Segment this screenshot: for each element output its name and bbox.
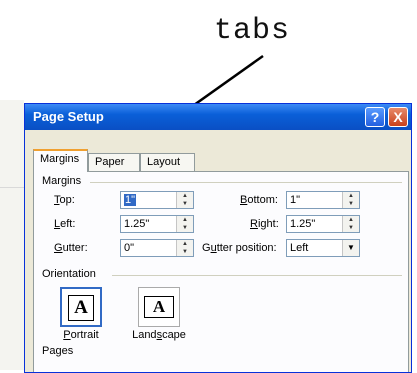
portrait-icon: A bbox=[68, 295, 94, 321]
margins-group-label: Margins bbox=[42, 175, 82, 187]
bottom-value: 1" bbox=[290, 194, 301, 206]
left-label: Left: bbox=[54, 218, 76, 230]
help-button[interactable]: ? bbox=[365, 107, 385, 127]
title-bar[interactable]: Page Setup ? X bbox=[25, 104, 411, 130]
gutter-spinner[interactable]: 0" ▲ ▼ bbox=[120, 239, 194, 257]
gutter-position-select[interactable]: Left ▼ bbox=[286, 239, 360, 257]
bottom-spinner-arrows[interactable]: ▲ ▼ bbox=[342, 192, 359, 208]
landscape-label: Landscape bbox=[132, 329, 186, 341]
right-spinner-arrows[interactable]: ▲ ▼ bbox=[342, 216, 359, 232]
landscape-option[interactable]: A bbox=[138, 287, 180, 327]
dialog-title: Page Setup bbox=[33, 109, 104, 124]
top-label: Top: bbox=[54, 194, 75, 206]
left-spinner[interactable]: 1.25" ▲ ▼ bbox=[120, 215, 194, 233]
pages-group-label: Pages bbox=[42, 345, 74, 357]
orientation-group-label: Orientation bbox=[42, 268, 96, 280]
tab-paper[interactable]: Paper bbox=[88, 153, 140, 171]
gutter-position-value: Left bbox=[290, 242, 309, 254]
page-setup-dialog: Page Setup ? X Margins Paper Layout Marg… bbox=[24, 103, 412, 373]
bottom-label: Bottom: bbox=[240, 194, 278, 206]
close-button[interactable]: X bbox=[388, 107, 408, 127]
bottom-spinner[interactable]: 1" ▲ ▼ bbox=[286, 191, 360, 209]
gutter-position-label: Gutter position: bbox=[202, 242, 277, 254]
chevron-down-icon[interactable]: ▼ bbox=[342, 240, 359, 256]
top-spinner-arrows[interactable]: ▲ ▼ bbox=[176, 192, 193, 208]
right-label: Right: bbox=[250, 218, 279, 230]
tab-layout[interactable]: Layout bbox=[140, 153, 195, 171]
gutter-spinner-arrows[interactable]: ▲ ▼ bbox=[176, 240, 193, 256]
margins-tab-panel: Margins Top: 1" ▲ ▼ Bottom: 1" ▲ ▼ Left: 1… bbox=[33, 171, 409, 372]
margins-group-divider bbox=[90, 182, 402, 183]
right-spinner[interactable]: 1.25" ▲ ▼ bbox=[286, 215, 360, 233]
top-value: 1" bbox=[124, 194, 137, 206]
portrait-label: Portrait bbox=[63, 329, 99, 341]
landscape-icon: A bbox=[144, 296, 174, 318]
gutter-label: Gutter: bbox=[54, 242, 88, 254]
left-spinner-arrows[interactable]: ▲ ▼ bbox=[176, 216, 193, 232]
orientation-group-divider bbox=[112, 275, 402, 276]
right-value: 1.25" bbox=[290, 218, 316, 230]
gutter-value: 0" bbox=[124, 242, 135, 254]
tab-margins[interactable]: Margins bbox=[33, 149, 88, 172]
top-spinner[interactable]: 1" ▲ ▼ bbox=[120, 191, 194, 209]
portrait-option[interactable]: A bbox=[60, 287, 102, 327]
left-value: 1.25" bbox=[124, 218, 150, 230]
